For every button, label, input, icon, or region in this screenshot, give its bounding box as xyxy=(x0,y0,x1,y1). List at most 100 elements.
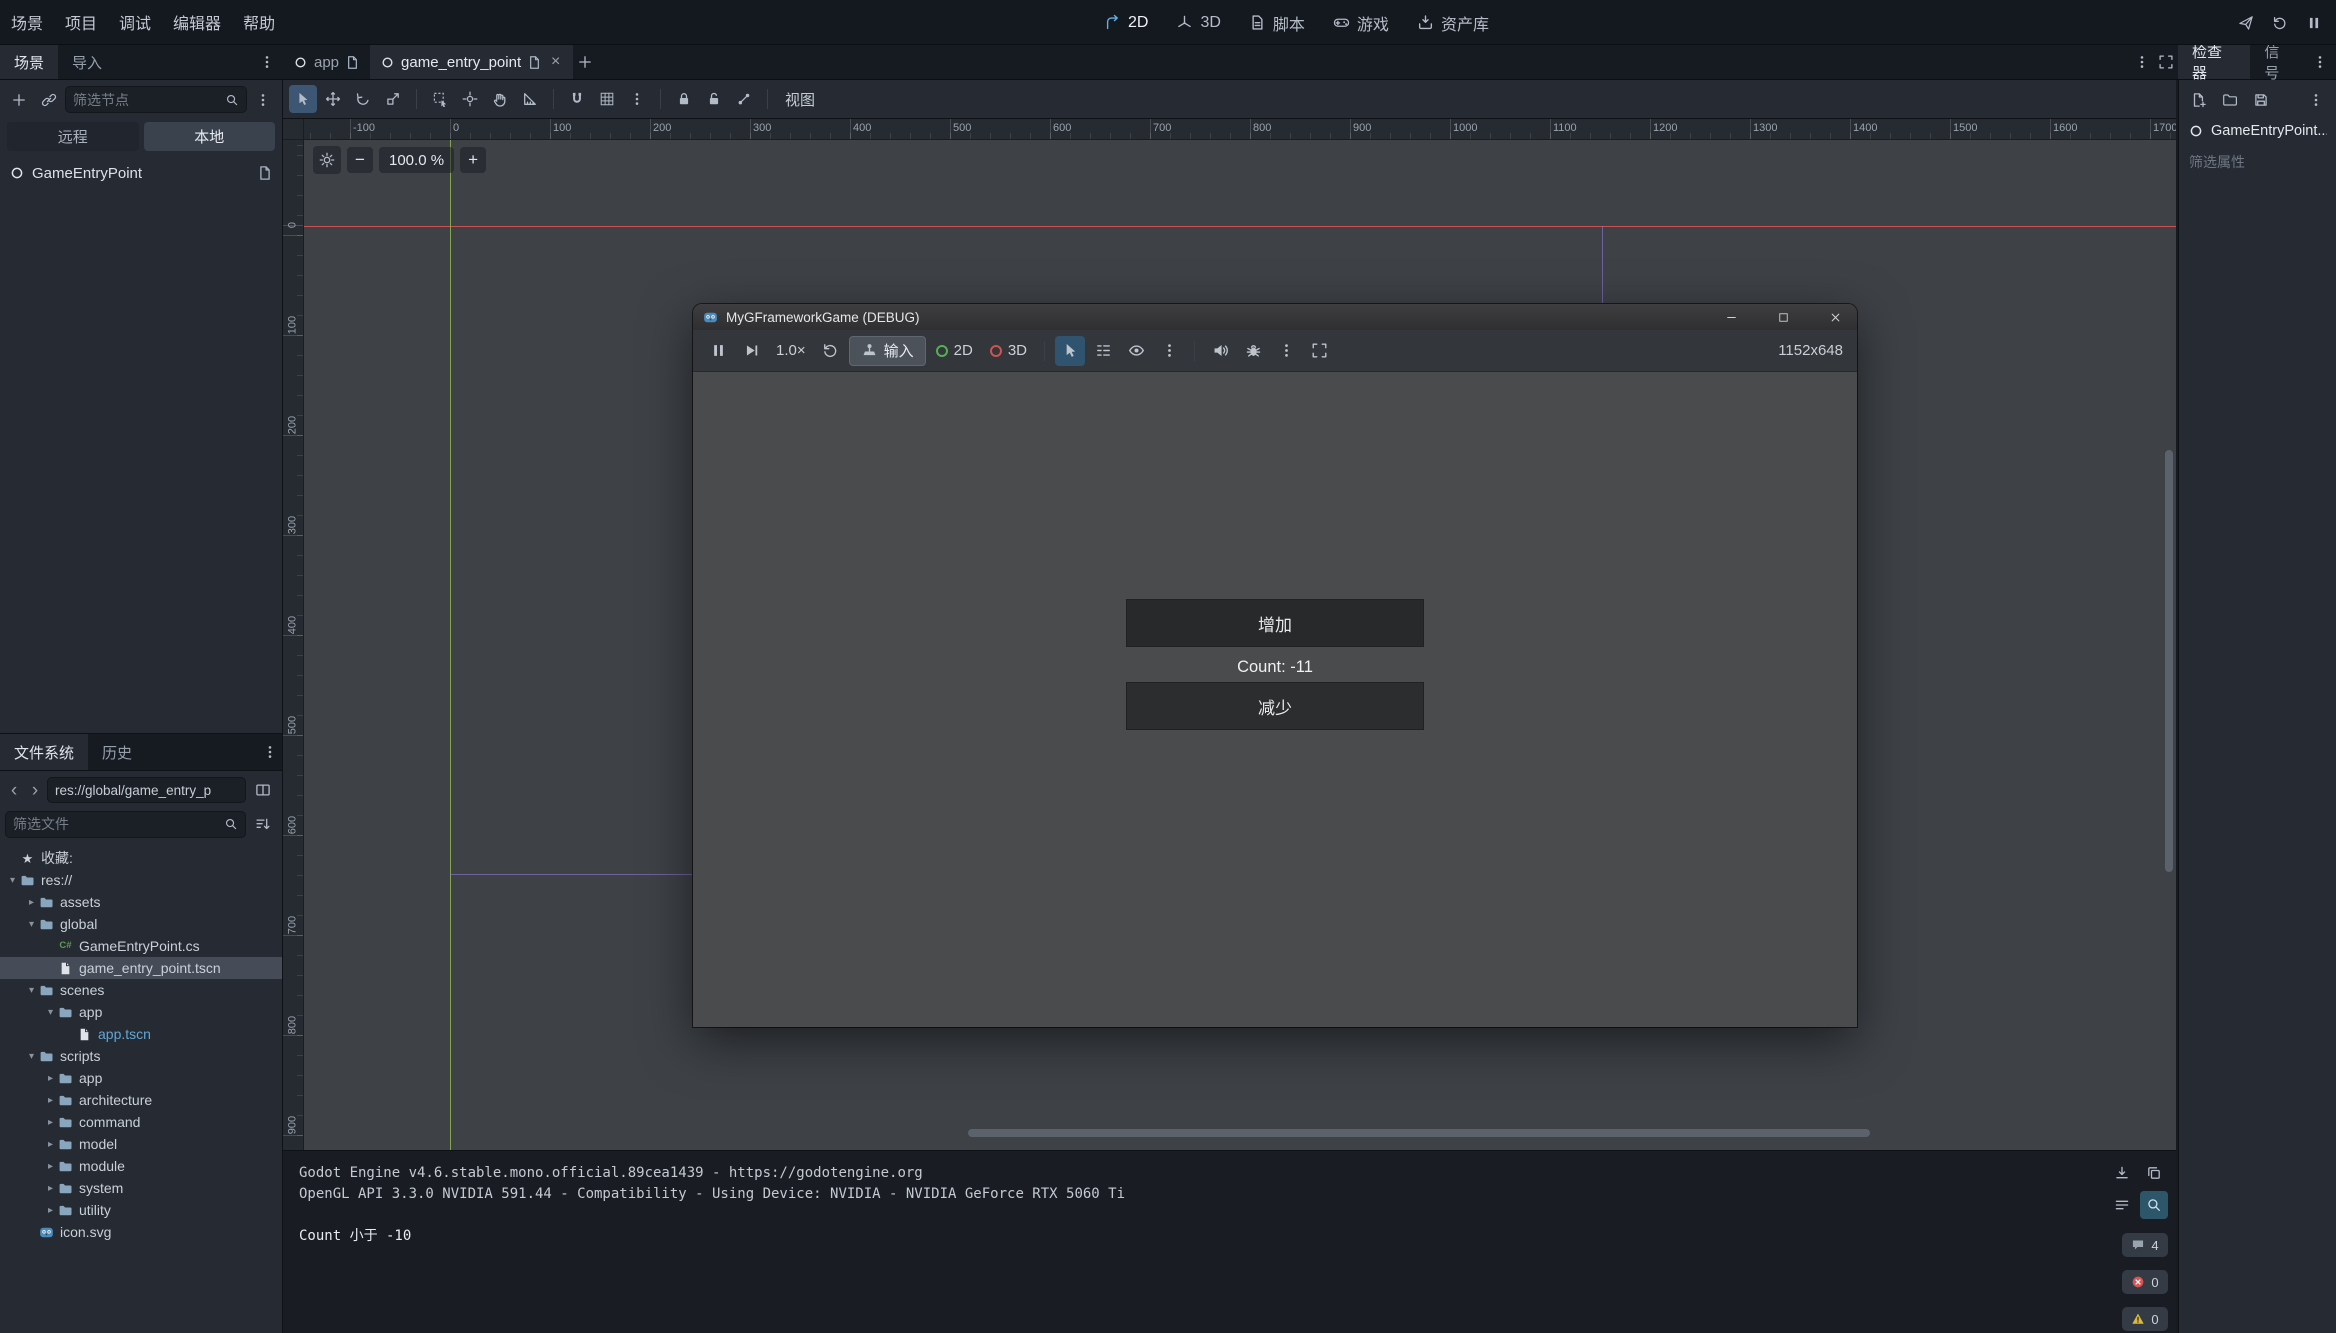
current-path-field[interactable] xyxy=(47,777,246,803)
remote-tab-button[interactable]: 远程 xyxy=(7,122,139,151)
menu-debug[interactable]: 调试 xyxy=(108,0,162,44)
menu-help[interactable]: 帮助 xyxy=(232,0,286,44)
visibility-button[interactable] xyxy=(1121,336,1151,366)
fs-tab-filesystem[interactable]: 文件系统 xyxy=(0,734,88,770)
scene-dock-menu-button[interactable] xyxy=(255,50,279,74)
file-row[interactable]: app.tscn xyxy=(0,1023,282,1045)
file-row[interactable]: ★收藏: xyxy=(0,847,282,869)
tree-expand-icon[interactable]: ▾ xyxy=(24,1051,39,1062)
sort-files-button[interactable] xyxy=(249,810,277,838)
node-list-button[interactable] xyxy=(1088,336,1118,366)
file-row[interactable]: C#GameEntryPoint.cs xyxy=(0,935,282,957)
horizontal-scrollbar[interactable] xyxy=(968,1129,1870,1137)
tree-expand-icon[interactable]: ▾ xyxy=(24,919,39,930)
filter-nodes-input[interactable] xyxy=(73,92,221,108)
tree-expand-icon[interactable]: ▾ xyxy=(24,985,39,996)
selection-options-button[interactable] xyxy=(1154,336,1184,366)
select-mode-button[interactable] xyxy=(1055,336,1085,366)
folder-row[interactable]: ▸architecture xyxy=(0,1089,282,1111)
folder-row[interactable]: ▸app xyxy=(0,1067,282,1089)
save-resource-button[interactable] xyxy=(2247,86,2275,114)
unlock-node-button[interactable] xyxy=(700,85,728,113)
dock-tab-signals[interactable]: 信号 xyxy=(2250,45,2308,79)
folder-row[interactable]: ▸assets xyxy=(0,891,282,913)
split-view-button[interactable] xyxy=(249,776,277,804)
inspector-dock-menu-button[interactable] xyxy=(2308,50,2332,74)
folder-row[interactable]: ▸module xyxy=(0,1155,282,1177)
workspace-script[interactable]: 脚本 xyxy=(1237,6,1317,39)
close-scene-tab-icon[interactable]: × xyxy=(548,55,563,70)
add-node-button[interactable] xyxy=(5,86,33,114)
move-tool-button[interactable] xyxy=(319,85,347,113)
folder-row[interactable]: ▾scripts xyxy=(0,1045,282,1067)
message-count-button[interactable]: 4 xyxy=(2122,1233,2168,1257)
folder-row[interactable]: ▸utility xyxy=(0,1199,282,1221)
tree-expand-icon[interactable]: ▾ xyxy=(43,1007,58,1018)
new-resource-button[interactable] xyxy=(2185,86,2213,114)
debug-options-button[interactable] xyxy=(1238,336,1268,366)
minimize-button[interactable] xyxy=(1709,304,1753,330)
tree-expand-icon[interactable]: ▸ xyxy=(43,1095,58,1106)
filter-nodes-box[interactable] xyxy=(65,86,247,113)
grid-snap-button[interactable] xyxy=(593,85,621,113)
speed-button[interactable]: 1.0× xyxy=(769,336,813,366)
smart-snap-button[interactable] xyxy=(563,85,591,113)
center-view-button[interactable] xyxy=(313,146,341,174)
folder-row[interactable]: ▸command xyxy=(0,1111,282,1133)
workspace-2d[interactable]: 2D xyxy=(1092,6,1160,39)
zoom-out-button[interactable]: − xyxy=(347,147,373,173)
reset-speed-button[interactable] xyxy=(816,336,846,366)
search-log-button[interactable] xyxy=(2140,1191,2168,1219)
scene-tabs-menu-button[interactable] xyxy=(2130,50,2154,74)
workspace-3d[interactable]: 3D xyxy=(1164,6,1232,39)
filter-files-box[interactable] xyxy=(5,811,246,838)
lock-node-button[interactable] xyxy=(670,85,698,113)
more-options-button[interactable] xyxy=(1271,336,1301,366)
folder-row[interactable]: ▸system xyxy=(0,1177,282,1199)
load-resource-button[interactable] xyxy=(2216,86,2244,114)
tree-expand-icon[interactable]: ▸ xyxy=(43,1117,58,1128)
folder-row[interactable]: ▸model xyxy=(0,1133,282,1155)
fs-tab-history[interactable]: 历史 xyxy=(88,734,146,770)
game-viewport[interactable]: 增加 Count: -11 减少 xyxy=(693,372,1857,1027)
line-wrap-button[interactable] xyxy=(2108,1191,2136,1219)
pause-button[interactable] xyxy=(2300,9,2328,37)
scene-tree-root-node[interactable]: GameEntryPoint xyxy=(0,158,282,188)
mute-audio-button[interactable] xyxy=(1205,336,1235,366)
ruler-tool-button[interactable] xyxy=(516,85,544,113)
menu-scene[interactable]: 场景 xyxy=(0,0,54,44)
snap-options-button[interactable] xyxy=(623,85,651,113)
save-log-button[interactable] xyxy=(2108,1159,2136,1187)
decrease-button[interactable]: 减少 xyxy=(1126,682,1424,730)
input-mode-button[interactable]: 输入 xyxy=(849,336,926,366)
scale-tool-button[interactable] xyxy=(379,85,407,113)
reload-button[interactable] xyxy=(2266,9,2294,37)
maximize-button[interactable] xyxy=(1761,304,1805,330)
inspector-menu-button[interactable] xyxy=(2302,86,2330,114)
folder-row[interactable]: ▾global xyxy=(0,913,282,935)
folder-row[interactable]: ▾scenes xyxy=(0,979,282,1001)
select-tool-button[interactable] xyxy=(289,85,317,113)
skeleton-options-button[interactable] xyxy=(730,85,758,113)
pan-tool-button[interactable] xyxy=(486,85,514,113)
tree-expand-icon[interactable]: ▸ xyxy=(43,1205,58,1216)
new-scene-tab-button[interactable] xyxy=(573,50,597,74)
file-row[interactable]: icon.svg xyxy=(0,1221,282,1243)
tree-expand-icon[interactable]: ▸ xyxy=(43,1139,58,1150)
copy-log-button[interactable] xyxy=(2140,1159,2168,1187)
camera-2d-button[interactable]: 2D xyxy=(929,336,980,366)
remote-deploy-button[interactable] xyxy=(2232,9,2260,37)
warning-count-button[interactable]: 0 xyxy=(2122,1307,2168,1331)
pivot-tool-button[interactable] xyxy=(456,85,484,113)
tree-expand-icon[interactable]: ▸ xyxy=(43,1073,58,1084)
history-forward-button[interactable]: › xyxy=(26,777,44,803)
attached-script-icon[interactable] xyxy=(257,165,273,181)
zoom-in-button[interactable]: + xyxy=(460,147,486,173)
view-menu-button[interactable]: 视图 xyxy=(775,80,825,118)
embed-fullscreen-button[interactable] xyxy=(1304,336,1334,366)
game-window-titlebar[interactable]: MyGFrameworkGame (DEBUG) xyxy=(693,304,1857,330)
instance-scene-button[interactable] xyxy=(35,86,63,114)
folder-row[interactable]: ▾app xyxy=(0,1001,282,1023)
filesystem-menu-button[interactable] xyxy=(258,740,282,764)
menu-editor[interactable]: 编辑器 xyxy=(162,0,232,44)
